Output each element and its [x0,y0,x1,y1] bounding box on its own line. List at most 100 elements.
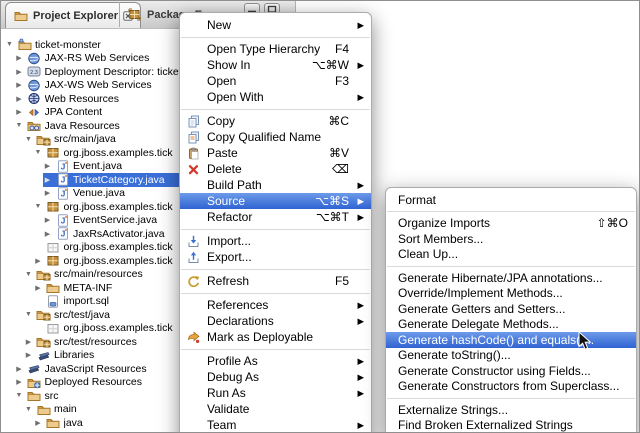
menu-item-generate-hashcode-and-equals[interactable]: Generate hashCode() and equals()... [386,332,636,348]
tree-expand-arrow-icon[interactable]: ▶ [15,54,24,62]
menu-shortcut: ⌘C [328,114,349,128]
submenu-arrow-icon: ▶ [353,356,364,367]
menu-item-organize-imports[interactable]: Organize Imports⇧⌘O [386,216,636,232]
export-icon [180,251,207,264]
menu-item-clean-up[interactable]: Clean Up... [386,247,636,263]
package-empty-icon [46,241,61,254]
tree-collapse-arrow-icon[interactable]: ▼ [24,136,33,143]
menu-item-generate-tostring[interactable]: Generate toString()... [386,348,636,364]
menu-item-copy-qualified-name[interactable]: Copy Qualified Name [180,129,371,145]
submenu-arrow-icon: ▶ [353,372,364,383]
package-icon [46,254,61,267]
menu-item-open[interactable]: OpenF3 [180,73,371,89]
copy-icon [180,115,207,128]
tree-expand-arrow-icon[interactable]: ▶ [34,284,43,292]
tree-collapse-arrow-icon[interactable]: ▼ [15,122,24,129]
menu-item-label: Open Type Hierarchy [207,42,321,56]
menu-item-generate-delegate-methods[interactable]: Generate Delegate Methods... [386,317,636,333]
menu-item-label: References [207,298,349,312]
menu-item-externalize-strings[interactable]: Externalize Strings... [386,402,636,418]
menu-item-label: Generate Hibernate/JPA annotations... [398,271,628,285]
copy-qualified-icon [180,131,207,144]
menu-item-source[interactable]: Source⌥⌘S▶ [180,193,371,209]
tree-expand-arrow-icon[interactable]: ▶ [15,378,24,386]
library-icon [36,349,51,362]
tree-expand-arrow-icon[interactable]: ▶ [43,216,52,224]
menu-item-mark-as-deployable[interactable]: Mark as Deployable [180,329,371,345]
menu-item-export[interactable]: Export... [180,249,371,265]
submenu-arrow-icon: ▶ [353,180,364,191]
menu-item-label: Source [207,194,301,208]
tree-expand-arrow-icon[interactable]: ▶ [24,351,33,359]
menu-item-open-with[interactable]: Open With ▶ [180,89,371,105]
tree-expand-arrow-icon[interactable]: ▶ [15,68,24,76]
menu-item-build-path[interactable]: Build Path ▶ [180,177,371,193]
tree-expand-arrow-icon[interactable]: ▶ [43,230,52,238]
menu-item-label: Override/Implement Methods... [398,286,628,300]
menu-item-declarations[interactable]: Declarations▶ [180,313,371,329]
menu-item-label: Import... [207,234,349,248]
tree-expand-arrow-icon[interactable]: ▶ [43,189,52,197]
menu-item-delete[interactable]: Delete⌫ [180,161,371,177]
menu-item-team[interactable]: Team▶ [180,417,371,433]
menu-item-label: Copy [207,114,314,128]
menu-item-generate-constructor-using-fields[interactable]: Generate Constructor using Fields... [386,363,636,379]
tree-collapse-arrow-icon[interactable]: ▼ [34,149,43,156]
menu-item-label: Build Path [207,178,349,192]
menu-item-sort-members[interactable]: Sort Members... [386,231,636,247]
svg-text:J: J [60,229,65,239]
tree-expand-arrow-icon[interactable]: ▶ [24,338,33,346]
menu-item-show-in[interactable]: Show In⌥⌘W▶ [180,57,371,73]
menu-item-import[interactable]: Import... [180,233,371,249]
tree-collapse-arrow-icon[interactable]: ▼ [24,406,33,413]
tree-collapse-arrow-icon[interactable]: ▼ [34,203,43,210]
menu-item-label: Show In [207,58,298,72]
tree-expand-arrow-icon[interactable]: ▶ [34,419,43,427]
tree-collapse-arrow-icon[interactable]: ▼ [24,271,33,278]
menu-item-label: Open With [207,90,349,104]
menu-item-generate-getters-and-setters[interactable]: Generate Getters and Setters... [386,301,636,317]
menu-item-references[interactable]: References▶ [180,297,371,313]
menu-item-find-broken-externalized-strings[interactable]: Find Broken Externalized Strings [386,418,636,433]
menu-item-format[interactable]: Format [386,192,636,208]
tree-expand-arrow-icon[interactable]: ▶ [43,176,52,184]
menu-item-profile-as[interactable]: Profile As▶ [180,353,371,369]
tree-item-label: import.sql [64,295,110,307]
menu-shortcut: ⌥⌘W [312,58,349,72]
menu-item-generate-constructors-from-superclass[interactable]: Generate Constructors from Superclass... [386,379,636,395]
menu-shortcut: ⇧⌘O [597,216,628,230]
source-folder-icon [36,133,51,146]
tree-expand-arrow-icon[interactable]: ▶ [15,95,24,103]
menu-item-copy[interactable]: Copy ⌘C [180,113,371,129]
package-explorer-icon [127,8,142,21]
tree-expand-arrow-icon[interactable]: ▶ [43,162,52,170]
menu-item-debug-as[interactable]: Debug As▶ [180,369,371,385]
tree-item-label: src/main/java [54,133,116,145]
menu-item-label: Generate Constructors from Superclass... [398,379,628,393]
menu-item-generate-hibernate-jpa-annotations[interactable]: Generate Hibernate/JPA annotations... [386,270,636,286]
tree-collapse-arrow-icon[interactable]: ▼ [15,392,24,399]
menu-item-refactor[interactable]: Refactor⌥⌘T▶ [180,209,371,225]
menu-item-override-implement-methods[interactable]: Override/Implement Methods... [386,286,636,302]
tree-item-label: TicketCategory.java [73,174,165,186]
menu-item-validate[interactable]: Validate [180,401,371,417]
submenu-arrow-icon: ▶ [353,388,364,399]
svg-text:J: J [60,215,65,225]
tree-collapse-arrow-icon[interactable]: ▼ [24,311,33,318]
tab-label: Project Explorer [33,10,118,22]
tree-expand-arrow-icon[interactable]: ▶ [15,365,24,373]
menu-item-open-type-hierarchy[interactable]: Open Type HierarchyF4 [180,41,371,57]
tree-expand-arrow-icon[interactable]: ▶ [15,108,24,116]
tree-expand-arrow-icon[interactable]: ▶ [34,257,43,265]
tree-expand-arrow-icon[interactable]: ▶ [15,81,24,89]
tree-item-label: org.jboss.examples.tick [64,255,173,267]
submenu-arrow-icon: ▶ [353,20,364,31]
menu-item-new[interactable]: New▶ [180,17,371,33]
menu-item-refresh[interactable]: RefreshF5 [180,273,371,289]
menu-item-run-as[interactable]: Run As▶ [180,385,371,401]
menu-item-paste[interactable]: Paste⌘V [180,145,371,161]
submenu-arrow-icon: ▶ [353,92,364,103]
menu-item-label: Mark as Deployable [207,330,349,344]
java-file-icon: J [55,187,70,200]
tree-collapse-arrow-icon[interactable]: ▼ [5,41,14,48]
